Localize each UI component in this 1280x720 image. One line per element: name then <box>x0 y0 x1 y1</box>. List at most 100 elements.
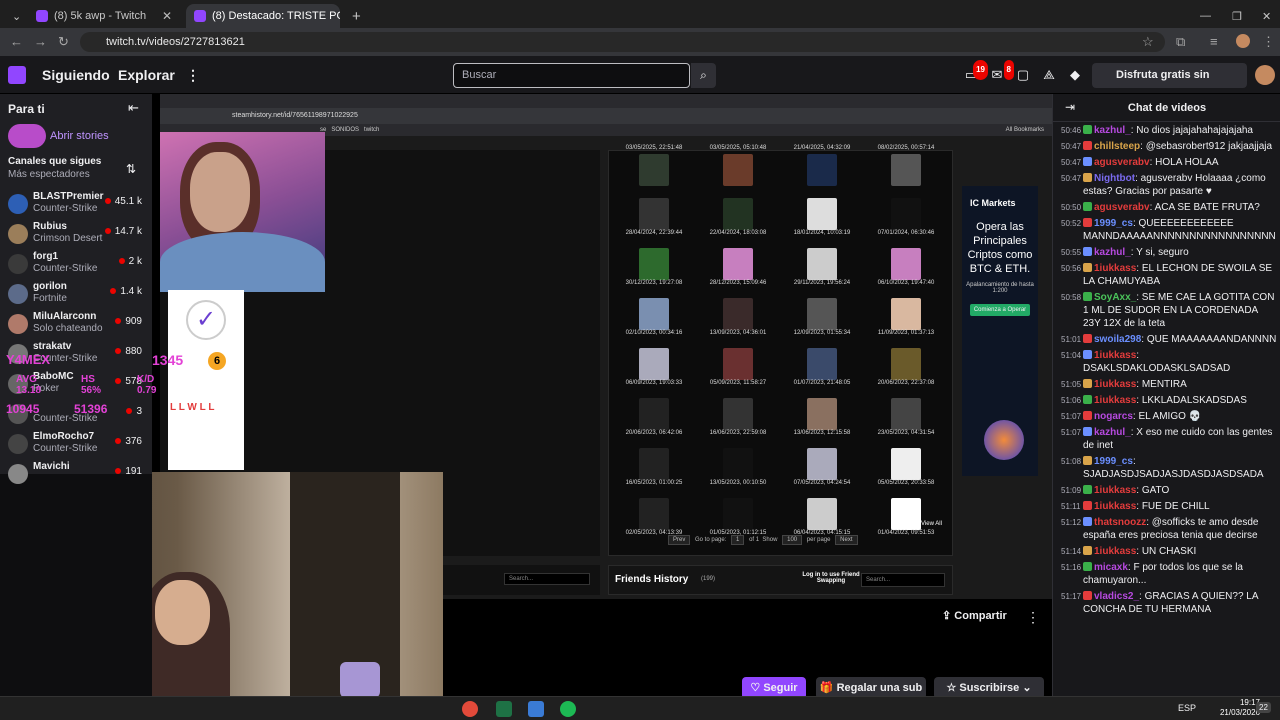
chat-username[interactable]: kazhul_ <box>1094 247 1131 258</box>
prime-loot-icon[interactable]: ▭ 19 <box>962 60 988 84</box>
chat-timestamp: 50:46 <box>1061 126 1082 135</box>
chat-username[interactable]: chillsteep <box>1094 141 1140 152</box>
chat-badge-icon <box>1083 334 1092 343</box>
inbox-icon[interactable]: ✉ 8 <box>988 60 1014 84</box>
chat-timestamp: 50:58 <box>1061 293 1082 302</box>
close-window-icon[interactable]: ✕ <box>1254 4 1274 28</box>
forward-icon[interactable]: → <box>34 34 47 49</box>
channel-game: Solo chateando <box>33 323 103 334</box>
chat-text: : ACA SE BATE FRUTA? <box>1149 202 1260 213</box>
channel-name: Mavichi <box>33 461 70 472</box>
tab-active[interactable]: (8) Destacado: TRISTE POR ✕ <box>186 4 340 28</box>
video-player[interactable]: steamhistory.net/id/76561198971022925 se… <box>152 94 1052 696</box>
bits-icon[interactable]: ⟁ <box>1040 66 1058 84</box>
chat-username[interactable]: kazhul_ <box>1094 427 1131 438</box>
stories-avatars[interactable] <box>8 124 46 148</box>
sidebar-channel[interactable]: ElmoRocho7 Counter-Strike 376 <box>0 430 152 460</box>
sidebar-channel[interactable]: Mavichi 191 <box>0 460 152 490</box>
chat-username[interactable]: 1999_cs <box>1094 456 1133 467</box>
tab-inactive[interactable]: (8) 5k awp - Twitch ✕ <box>28 4 180 28</box>
chat-username[interactable]: 1iukkass <box>1094 379 1136 390</box>
whispers-icon[interactable]: ▢ <box>1014 66 1032 84</box>
chat-username[interactable]: nogarcs <box>1094 411 1133 422</box>
user-avatar[interactable] <box>1255 65 1275 85</box>
reading-list-icon[interactable]: ≡ <box>1210 34 1218 49</box>
crown-icon[interactable]: ◆ <box>1066 66 1084 84</box>
sidebar-channel[interactable]: Rubius Crimson Desert 14.7 k <box>0 220 152 250</box>
chat-username[interactable]: 1iukkass <box>1094 350 1136 361</box>
avatar-history-item: 03/05/2025, 05:10:48 <box>698 145 778 195</box>
channel-game: Counter-Strike <box>33 203 98 214</box>
chat-message: 50:58 SoyAxx_: SE ME CAE LA GOTITA CON 1 … <box>1053 291 1280 330</box>
tab-list-button[interactable]: ⌄ <box>4 4 26 28</box>
search-icon[interactable]: ⌕ <box>691 63 716 88</box>
avatar-history-item: 20/06/2023, 06:42:06 <box>614 395 694 445</box>
chat-username[interactable]: 1iukkass <box>1094 485 1136 496</box>
chat-username[interactable]: agusverabv <box>1094 157 1150 168</box>
channel-name: MiluAlarconn <box>33 311 97 322</box>
close-tab-icon[interactable]: ✕ <box>156 9 172 23</box>
excel-icon[interactable] <box>496 701 512 717</box>
extensions-icon[interactable]: ⧉ <box>1176 34 1185 50</box>
sidebar-channel[interactable]: MiluAlarconn Solo chateando 909 <box>0 310 152 340</box>
subscribe-button[interactable]: ☆ Suscribirse ⌄ <box>934 677 1044 696</box>
avatar-history-item: 05/05/2023, 20:33:58 <box>866 445 946 495</box>
chat-username[interactable]: 1iukkass <box>1094 395 1136 406</box>
follow-button[interactable]: ♡ Seguir <box>742 677 806 696</box>
twitch-favicon-icon <box>194 10 206 22</box>
viewer-count: 14.7 k <box>104 226 142 237</box>
twitch-logo-icon[interactable] <box>8 66 26 84</box>
chat-username[interactable]: kazhul_ <box>1094 125 1131 136</box>
chat-username[interactable]: 1iukkass <box>1094 263 1136 274</box>
chat-username[interactable]: 1iukkass <box>1094 501 1136 512</box>
chat-username[interactable]: agusverabv <box>1094 202 1150 213</box>
turbo-button[interactable]: Disfruta gratis sin anuncios <box>1092 63 1247 106</box>
sidebar-channel[interactable]: BLASTPremier Counter-Strike 45.1 k <box>0 190 152 220</box>
share-button[interactable]: ⇪ Compartir <box>942 609 1007 622</box>
view-all-link: View All <box>921 521 942 527</box>
app-icon[interactable] <box>528 701 544 717</box>
search-input[interactable]: Buscar <box>453 63 690 88</box>
chat-badge-icon <box>1083 292 1092 301</box>
new-tab-button[interactable]: + <box>344 4 364 28</box>
chat-message: 51:09 1iukkass: GATO <box>1053 484 1280 497</box>
chat-message: 50:47 agusverabv: HOLA HOLAA <box>1053 156 1280 169</box>
profile-avatar[interactable] <box>1236 34 1250 48</box>
bookmark-star-icon[interactable]: ☆ <box>1142 34 1154 50</box>
nav-explore[interactable]: Explorar <box>118 67 175 83</box>
chat-username[interactable]: SoyAxx_ <box>1094 292 1136 303</box>
language-indicator[interactable]: ESP <box>1178 703 1196 713</box>
chat-username[interactable]: 1iukkass <box>1094 546 1136 557</box>
app-icon[interactable] <box>462 701 478 717</box>
chat-username[interactable]: 1999_cs <box>1094 218 1133 229</box>
avatar-history-item: 28/12/2023, 15:09:46 <box>698 245 778 295</box>
open-stories-link[interactable]: Abrir stories <box>50 130 109 142</box>
more-menu-icon[interactable]: ⋮ <box>186 67 200 84</box>
url-field[interactable]: twitch.tv/videos/2727813621 <box>80 32 1165 52</box>
avatar-history-item: 16/06/2023, 22:59:08 <box>698 395 778 445</box>
chrome-menu-icon[interactable]: ⋮ <box>1262 34 1275 50</box>
back-icon[interactable]: ← <box>10 34 23 49</box>
spotify-icon[interactable] <box>560 701 576 717</box>
collapse-sidebar-icon[interactable]: ⇤ <box>128 100 139 116</box>
chat-timestamp: 50:56 <box>1061 264 1082 273</box>
reload-icon[interactable]: ↻ <box>58 34 69 50</box>
sidebar-channel[interactable]: forg1 Counter-Strike 2 k <box>0 250 152 280</box>
chat-text: : QUE MAAAAAAANDANNNN <box>1141 334 1277 345</box>
minimize-icon[interactable]: — <box>1192 4 1212 28</box>
chat-username[interactable]: thatsnoozz <box>1094 517 1146 528</box>
chat-username[interactable]: swoila298 <box>1094 334 1141 345</box>
gift-sub-button[interactable]: 🎁 Regalar una sub ⌄ <box>816 677 926 696</box>
windows-taskbar: ESP 19:17 21/03/2026 22 <box>0 696 1280 720</box>
webcam-top <box>160 132 325 292</box>
nav-following[interactable]: Siguiendo <box>42 67 110 83</box>
chat-username[interactable]: Nightbot <box>1094 173 1135 184</box>
chat-username[interactable]: vladics2_ <box>1094 591 1139 602</box>
sidebar-channel[interactable]: gorilon Fortnite 1.4 k <box>0 280 152 310</box>
chat-username[interactable]: micaxk <box>1094 562 1128 573</box>
clock[interactable]: 19:17 21/03/2026 <box>1220 698 1260 718</box>
more-options-icon[interactable]: ⋮ <box>1026 609 1040 626</box>
maximize-icon[interactable]: ❐ <box>1224 4 1244 28</box>
notification-center[interactable]: 22 <box>1256 702 1271 713</box>
sort-icon[interactable]: ⇅ <box>126 162 136 176</box>
